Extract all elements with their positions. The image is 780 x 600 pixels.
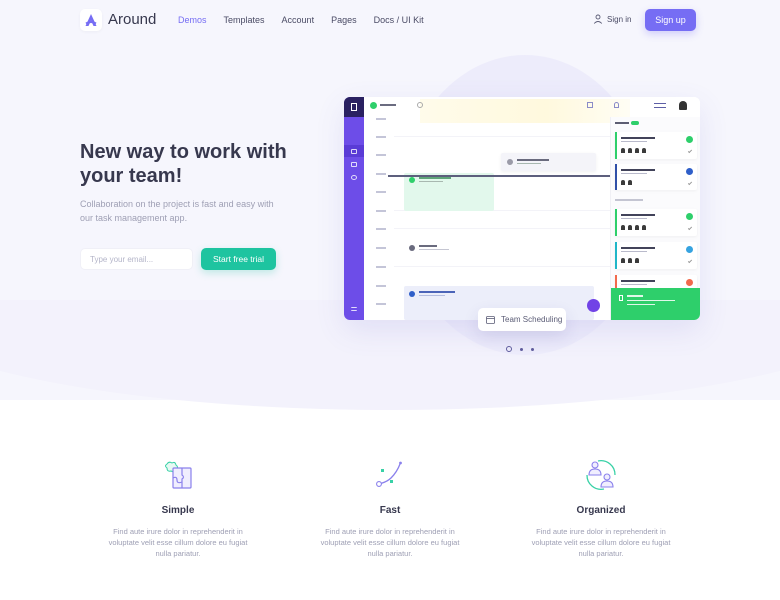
email-input[interactable]	[80, 248, 193, 270]
puzzle-icon	[165, 461, 192, 489]
workspace-label	[380, 104, 396, 106]
main-nav: Demos Templates Account Pages Docs / UI …	[178, 15, 441, 25]
calendar-icon	[486, 316, 495, 324]
bell-icon	[614, 102, 619, 108]
current-time-line	[388, 175, 612, 177]
calendar-event	[404, 173, 494, 211]
calendar-event	[404, 241, 514, 257]
add-event-button	[587, 299, 600, 312]
sign-up-button[interactable]: Sign up	[645, 9, 696, 31]
chip-label: Team Scheduling	[501, 315, 563, 324]
avatar	[679, 101, 687, 110]
nav-pages[interactable]: Pages	[331, 15, 357, 25]
nav-account[interactable]: Account	[282, 15, 315, 25]
agenda-card	[615, 164, 697, 190]
carousel-dot-1[interactable]	[506, 346, 512, 352]
start-free-trial-button[interactable]: Start free trial	[201, 248, 276, 270]
grid-icon	[587, 102, 593, 108]
nav-demos[interactable]: Demos	[178, 15, 207, 25]
team-scheduling-chip: Team Scheduling	[478, 308, 566, 331]
app-mockup-screenshot	[344, 97, 700, 320]
feature-simple: Simple Find aute irure dolor in reprehen…	[93, 458, 263, 559]
search-icon	[417, 102, 423, 108]
around-logo-icon	[85, 14, 97, 26]
calendar-event	[501, 153, 596, 171]
feature-title: Organized	[576, 505, 626, 516]
logo[interactable]	[80, 9, 102, 31]
agenda-card	[615, 242, 697, 269]
carousel-dot-2[interactable]	[520, 347, 523, 351]
nav-docs[interactable]: Docs / UI Kit	[374, 15, 424, 25]
user-icon	[351, 175, 357, 180]
carousel-dot-3[interactable]	[531, 347, 534, 351]
pro-upgrade-banner	[611, 288, 700, 320]
agenda-card	[615, 132, 697, 159]
carousel-pagination	[506, 346, 534, 352]
feature-title: Fast	[379, 505, 401, 516]
sign-in-link[interactable]: Sign in	[593, 14, 631, 24]
mockup-logo-icon	[344, 97, 364, 117]
feature-fast: Fast Find aute irure dolor in reprehende…	[305, 458, 475, 559]
mockup-sidebar	[344, 97, 364, 320]
nav-templates[interactable]: Templates	[224, 15, 265, 25]
agenda-card	[615, 275, 697, 289]
feature-organized: Organized Find aute irure dolor in repre…	[516, 458, 686, 559]
sign-in-label: Sign in	[607, 14, 632, 24]
workspace-dot	[370, 102, 377, 109]
feature-text: Find aute irure dolor in reprehenderit i…	[320, 527, 460, 558]
hero-title: New way to work with your team!	[80, 141, 287, 187]
feature-text: Find aute irure dolor in reprehenderit i…	[108, 527, 248, 558]
user-icon	[593, 14, 603, 24]
brand-name[interactable]: Around	[108, 11, 156, 28]
feature-title: Simple	[161, 505, 195, 516]
bezier-curve-icon	[376, 461, 402, 487]
hero-subtitle: Collaboration on the project is fast and…	[80, 199, 274, 223]
calendar-icon	[351, 149, 357, 154]
menu-icon	[351, 307, 357, 311]
user-name	[654, 103, 666, 108]
mockup-topbar	[364, 97, 700, 123]
agenda-card	[615, 209, 697, 236]
mockup-agenda	[610, 117, 700, 320]
folder-icon	[351, 162, 357, 167]
mockup-calendar	[364, 113, 612, 320]
people-sync-icon	[586, 460, 616, 490]
feature-text: Find aute irure dolor in reprehenderit i…	[531, 527, 671, 558]
navbar: Around Demos Templates Account Pages Doc…	[0, 0, 780, 42]
